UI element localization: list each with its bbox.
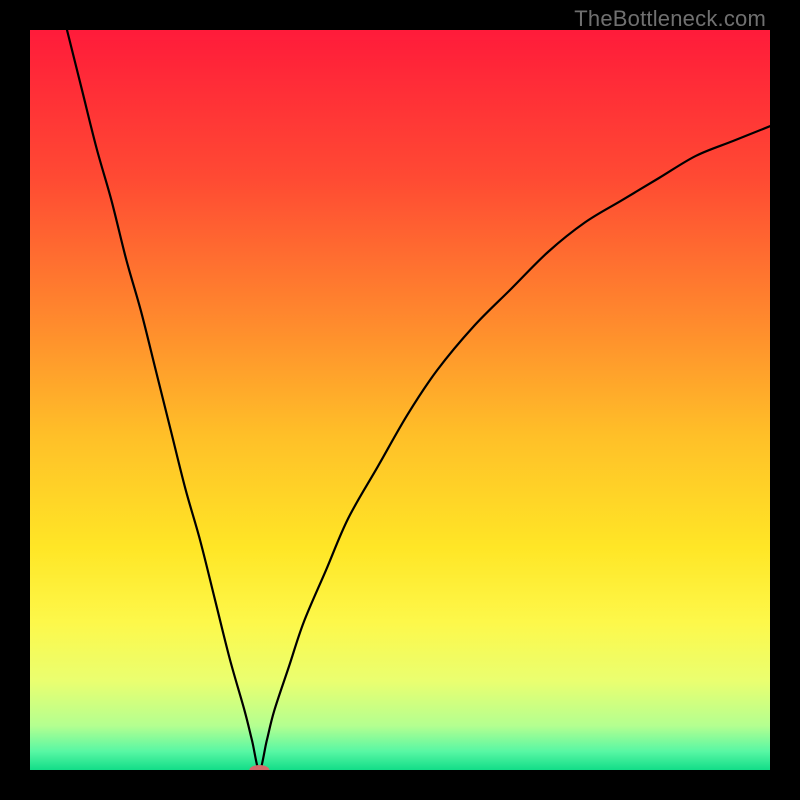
chart-background <box>30 30 770 770</box>
chart-plot <box>30 30 770 770</box>
chart-frame <box>30 30 770 770</box>
watermark-text: TheBottleneck.com <box>574 6 766 32</box>
chart-svg <box>30 30 770 770</box>
